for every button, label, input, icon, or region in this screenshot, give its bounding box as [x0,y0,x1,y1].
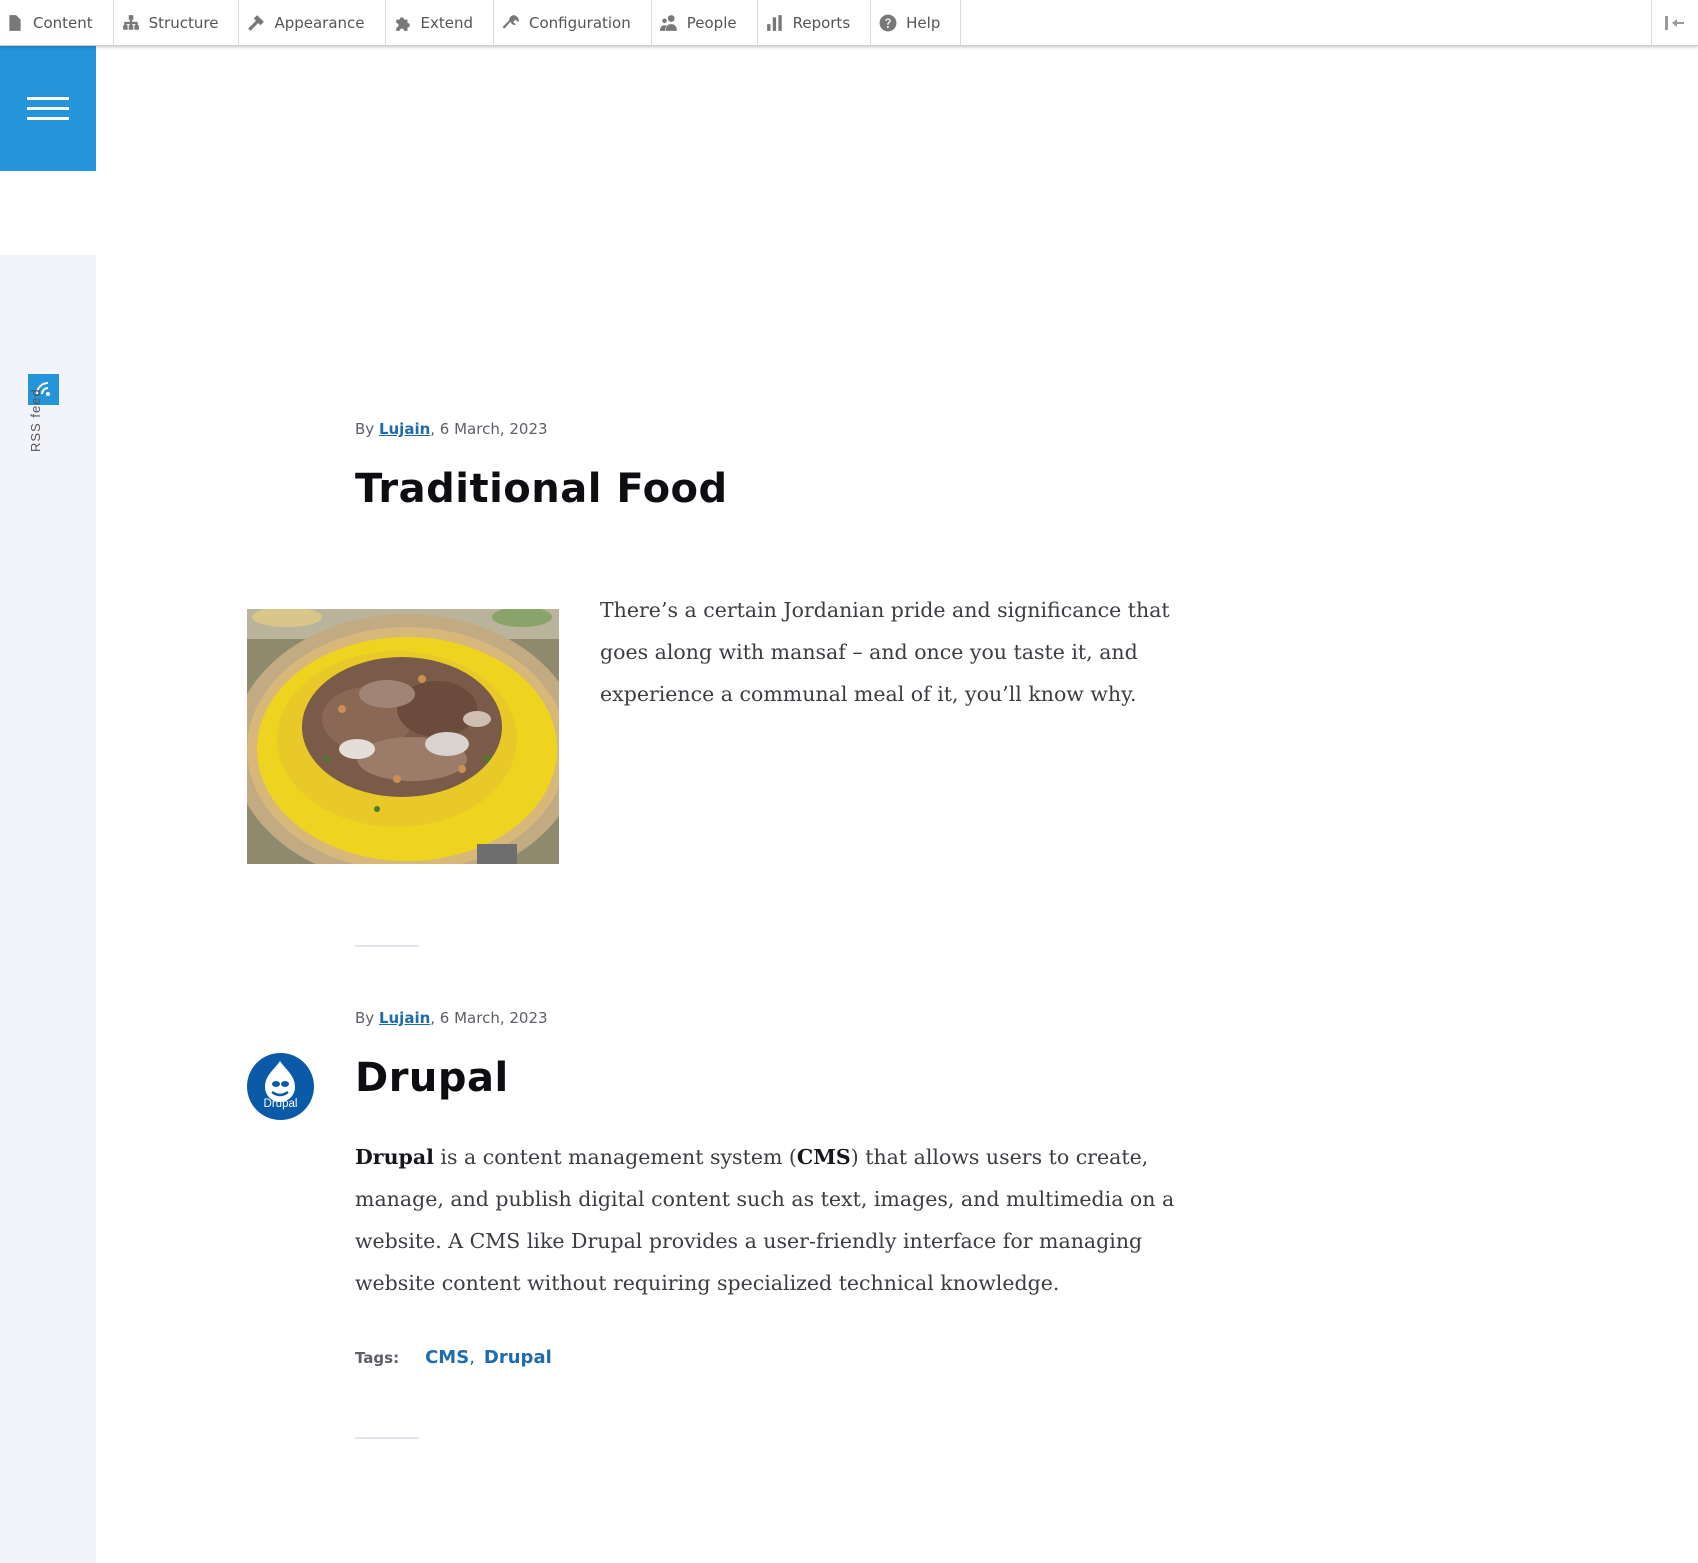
toolbar-item-label: Reports [792,13,851,32]
article-divider [355,1437,419,1439]
tag-link-drupal[interactable]: Drupal [484,1347,552,1368]
collapse-toolbar-icon [1665,15,1684,30]
toolbar-item-help[interactable]: Help [871,0,962,45]
main-menu-button[interactable] [0,46,96,171]
toolbar-item-label: Structure [148,13,219,32]
toolbar-item-people[interactable]: People [652,0,758,45]
post-date: , 6 March, 2023 [430,420,548,438]
toolbar-item-label: Content [33,13,93,32]
article-tags: Tags: CMS, Drupal [355,1347,552,1368]
article-meta: By Lujain, 6 March, 2023 [355,420,548,438]
paintbrush-icon [248,14,265,31]
summary-bold: Drupal [355,1145,434,1169]
article-divider [355,945,419,947]
puzzle-icon [395,16,410,31]
tag-link-cms[interactable]: CMS [425,1347,469,1368]
people-icon [659,14,677,31]
article-image[interactable] [247,609,559,864]
article-title[interactable]: Drupal [355,1055,509,1101]
toolbar-item-extend[interactable]: Extend [386,0,495,45]
toolbar-item-configuration[interactable]: Configuration [494,0,652,45]
article-meta: By Lujain, 6 March, 2023 [355,1009,548,1027]
toolbar-item-content[interactable]: Content [0,0,114,45]
article-summary: There’s a certain Jordanian pride and si… [600,598,1170,706]
toolbar-item-appearance[interactable]: Appearance [239,0,386,45]
tag-separator: , [469,1347,475,1368]
toolbar-collapse-button[interactable] [1651,0,1698,45]
summary-bold: CMS [796,1145,851,1169]
post-date: , 6 March, 2023 [430,1009,548,1027]
toolbar-item-label: Appearance [274,13,365,32]
bar-chart-icon [766,14,782,31]
hamburger-icon [27,90,69,127]
avatar-text: Drupal [263,1098,298,1110]
mansaf-photo [247,609,559,864]
rss-feed-label[interactable]: RSS feed [26,372,46,452]
file-icon [9,14,21,31]
meta-prefix: By [355,1009,379,1027]
toolbar-item-label: People [686,13,737,32]
tags-label: Tags: [355,1348,400,1367]
sitemap-icon [122,14,139,30]
left-sidebar [0,255,96,1563]
toolbar-item-label: Extend [420,13,474,32]
toolbar-item-label: Help [906,13,941,32]
article-summary: Drupal is a content management system (C… [355,1136,1205,1304]
author-link[interactable]: Lujain [379,1009,430,1027]
help-icon [879,14,897,31]
article-title[interactable]: Traditional Food [355,466,728,512]
toolbar-item-label: Configuration [529,13,631,32]
summary-text: is a content management system ( [433,1145,797,1169]
author-avatar[interactable]: Drupal [247,1053,314,1120]
meta-prefix: By [355,420,379,438]
wrench-icon [502,14,519,29]
toolbar-item-reports[interactable]: Reports [758,0,872,45]
toolbar-item-structure[interactable]: Structure [114,0,240,45]
author-link[interactable]: Lujain [379,420,430,438]
admin-toolbar: Content Structure Appearance Extend Conf… [0,0,1698,46]
